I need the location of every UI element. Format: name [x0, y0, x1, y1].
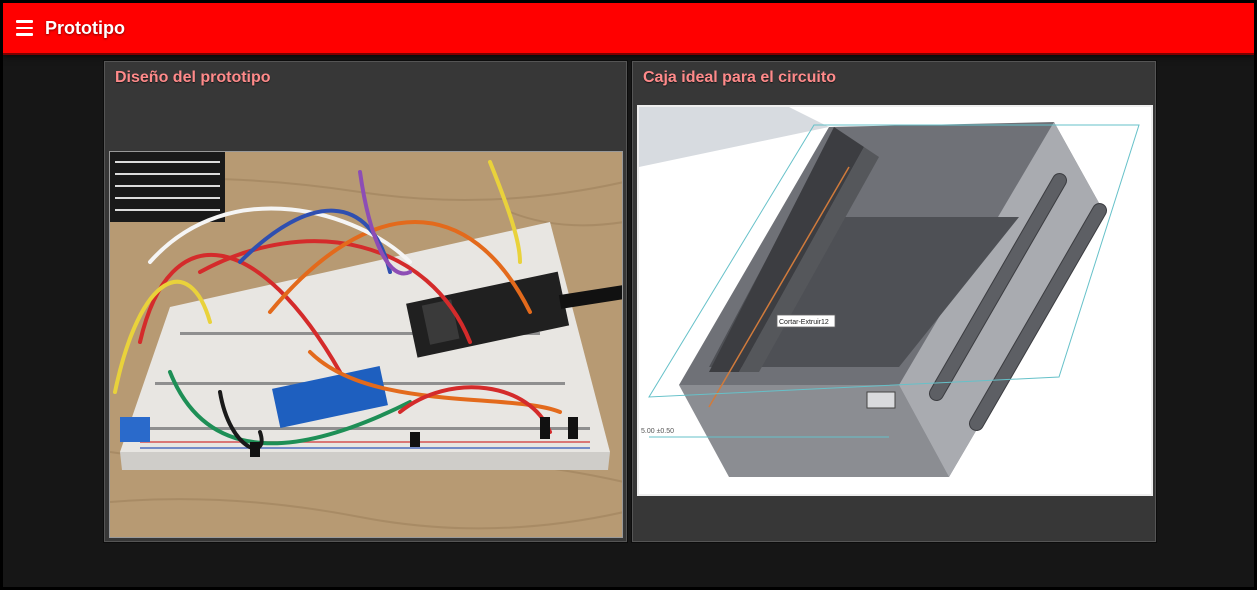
app-title: Prototipo	[45, 17, 125, 38]
cad-dimension-label: 5.00 ±0.50	[641, 428, 674, 435]
card-title: Diseño del prototipo	[115, 69, 271, 86]
app-bar: Prototipo	[3, 3, 1254, 55]
breadboard-photo	[109, 151, 623, 538]
hamburger-menu-icon[interactable]	[16, 16, 40, 40]
cad-feature-tag: Cortar-Extruir12	[779, 319, 829, 326]
card-title: Caja ideal para el circuito	[643, 69, 836, 86]
card-prototype-design: Diseño del prototipo	[104, 61, 627, 542]
card-ideal-box: Caja ideal para el circuito Cortar-Extru…	[632, 61, 1156, 542]
cad-render-image: Cortar-Extruir12 5.00 ±0.50	[637, 105, 1153, 496]
